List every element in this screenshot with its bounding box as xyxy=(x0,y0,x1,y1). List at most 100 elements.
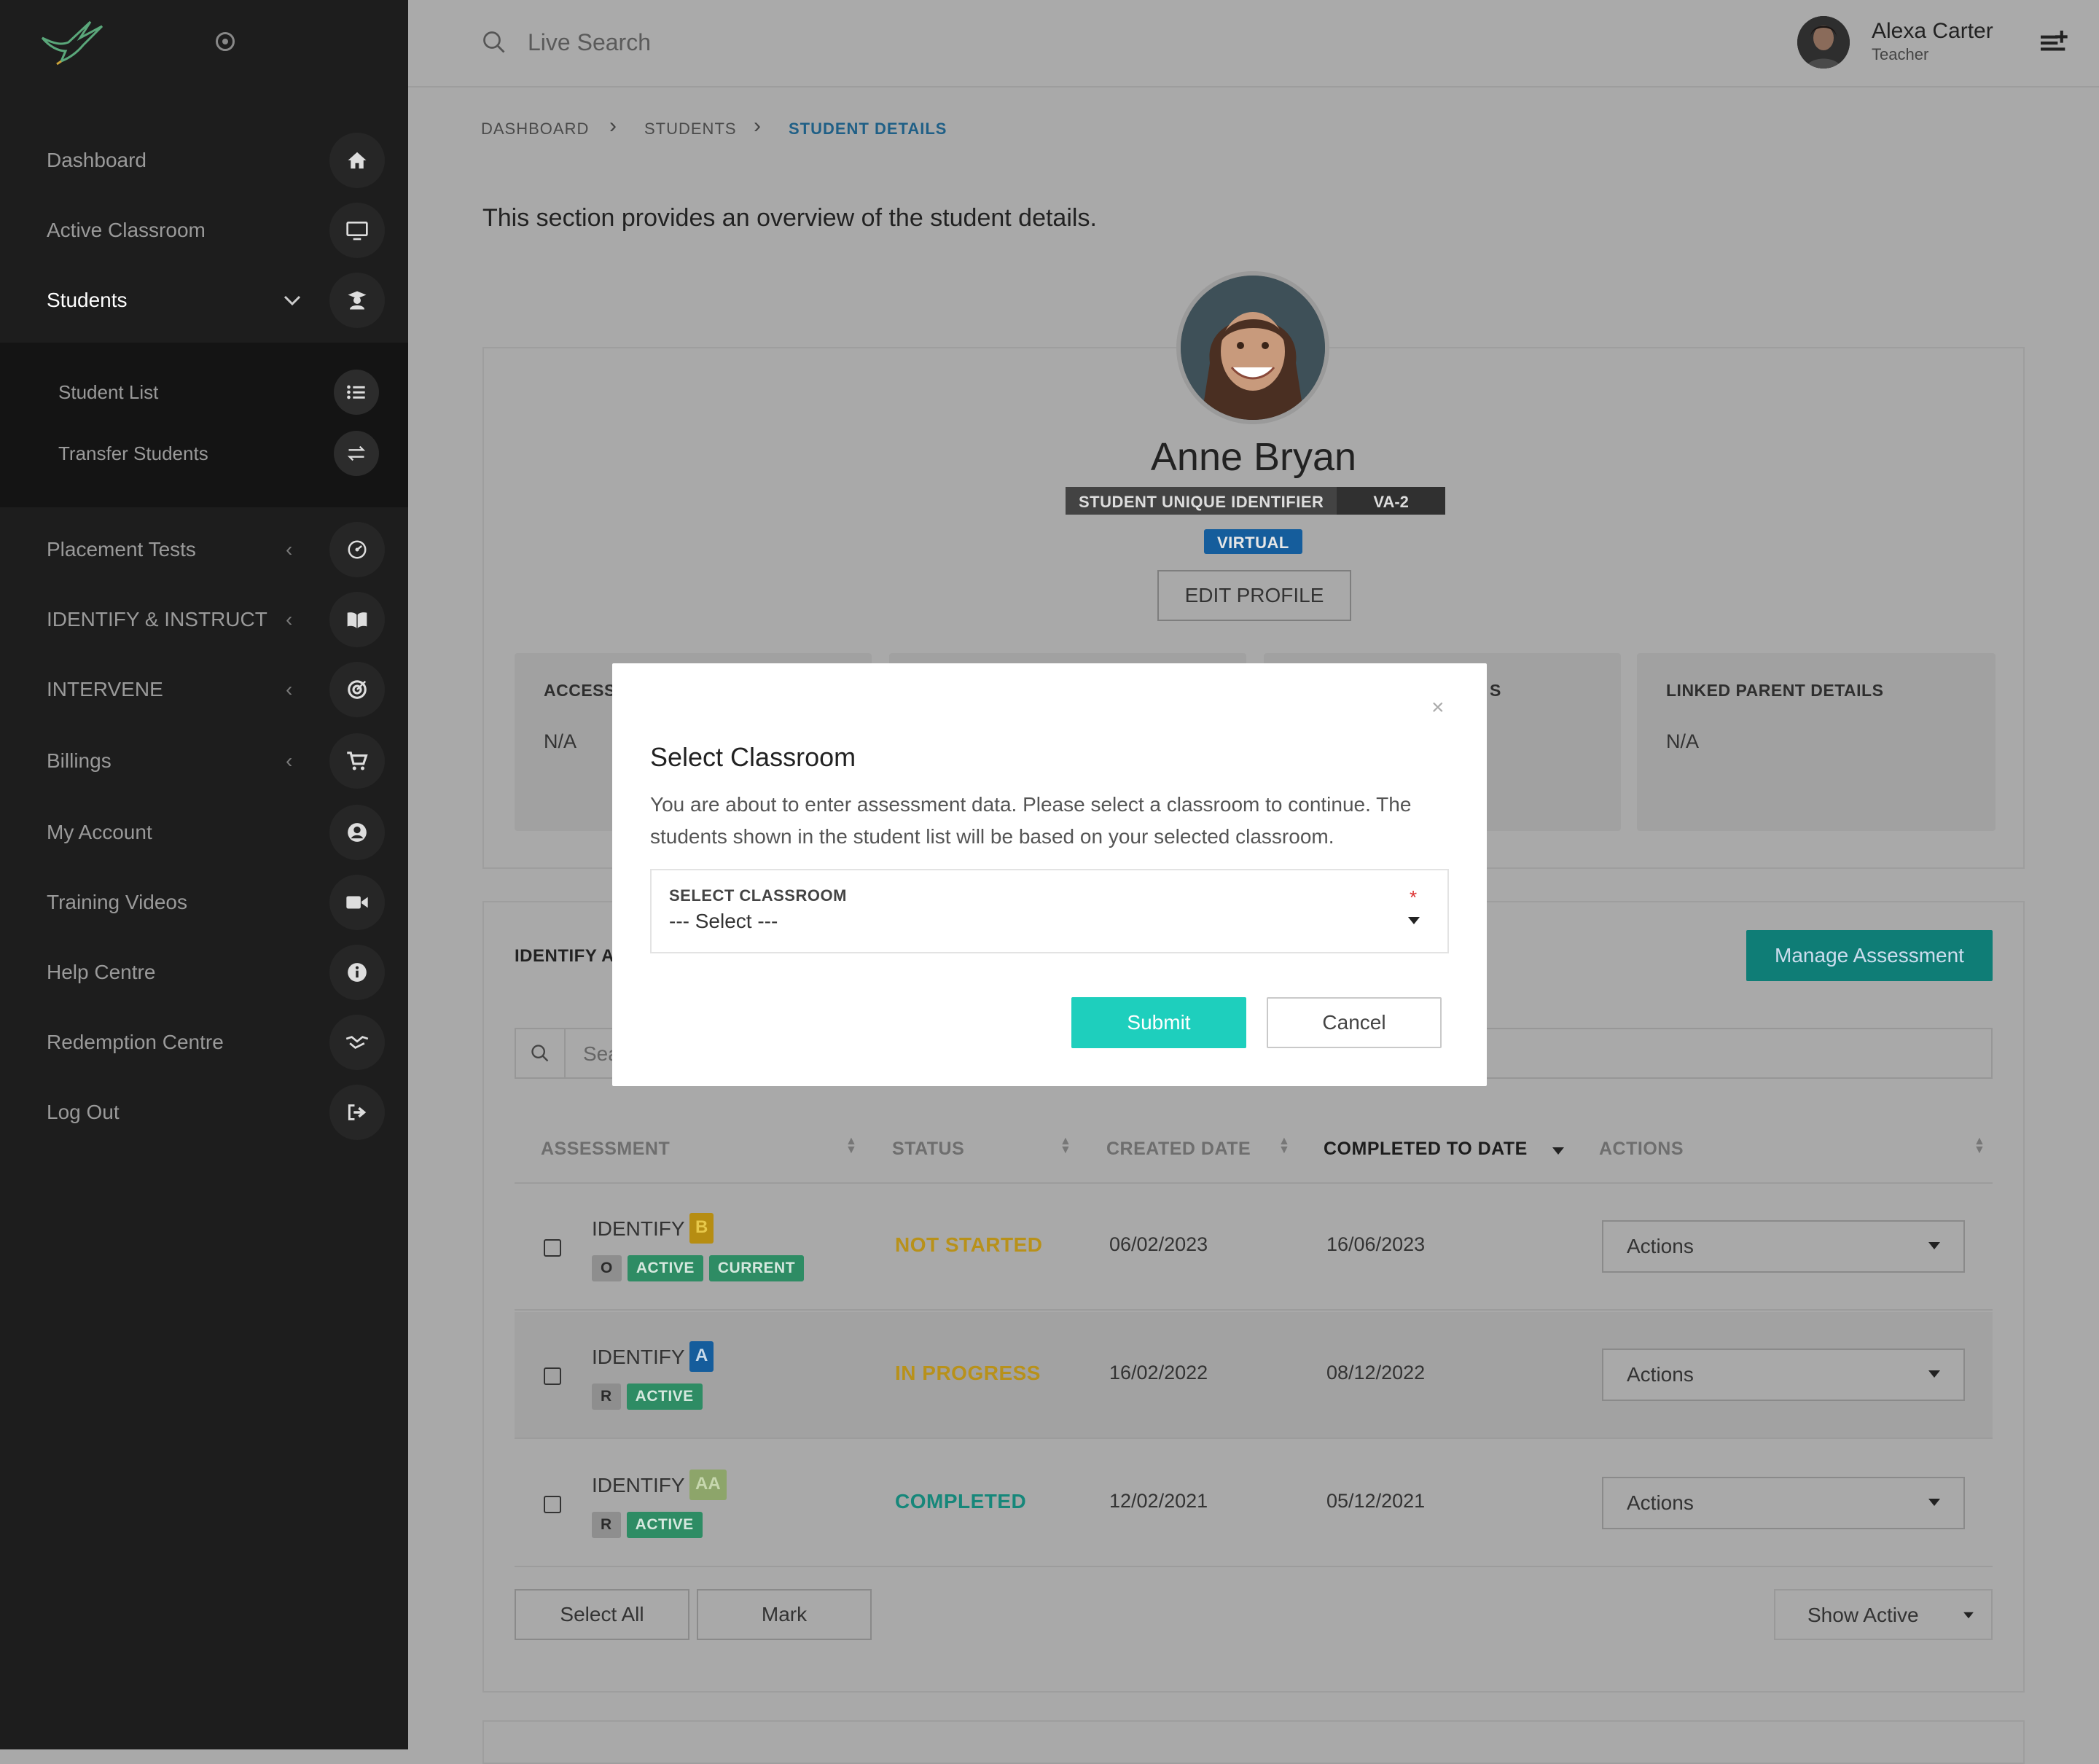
sidebar-item-intervene[interactable]: INTERVENE ‹ xyxy=(0,655,408,725)
sidebar-item-label: Billings xyxy=(47,749,112,772)
chevron-left-icon: ‹ xyxy=(286,749,293,772)
list-icon xyxy=(334,370,379,415)
live-search-input[interactable]: Live Search xyxy=(528,29,651,56)
show-active-label: Show Active xyxy=(1807,1604,1919,1626)
table-row: IDENTIFY A R ACTIVE IN PROGRESS 16/02/20… xyxy=(515,1312,1993,1439)
sidebar-item-label: Log Out xyxy=(47,1101,120,1123)
sidebar-item-dashboard[interactable]: Dashboard xyxy=(0,125,408,195)
sidebar-item-log-out[interactable]: Log Out xyxy=(0,1077,408,1147)
sort-icon[interactable]: ▲ ▼ xyxy=(845,1136,857,1156)
level-badge: B xyxy=(689,1213,714,1244)
sidebar-item-transfer-students[interactable]: Transfer Students xyxy=(0,423,408,484)
sidebar-item-student-list[interactable]: Student List xyxy=(0,362,408,423)
user-circle-icon xyxy=(329,805,385,860)
submit-button[interactable]: Submit xyxy=(1071,997,1246,1048)
sidebar-item-label: Training Videos xyxy=(47,891,188,913)
sidebar-item-billings[interactable]: Billings ‹ xyxy=(0,726,408,796)
edit-profile-button[interactable]: EDIT PROFILE xyxy=(1157,570,1351,621)
assessment-name[interactable]: IDENTIFY xyxy=(592,1217,685,1241)
sidebar-item-training-videos[interactable]: Training Videos xyxy=(0,867,408,937)
status-text: IN PROGRESS xyxy=(895,1362,1041,1384)
cancel-button[interactable]: Cancel xyxy=(1267,997,1442,1048)
row-checkbox[interactable] xyxy=(544,1367,561,1385)
video-icon xyxy=(329,875,385,930)
search-icon xyxy=(516,1029,566,1077)
sidebar-item-active-classroom[interactable]: Active Classroom xyxy=(0,195,408,265)
column-header-status[interactable]: STATUS xyxy=(892,1139,964,1160)
modal-description: You are about to enter assessment data. … xyxy=(650,793,1412,848)
sort-icon[interactable]: ▲ ▼ xyxy=(1974,1136,1985,1156)
completed-date: 05/12/2021 xyxy=(1326,1490,1426,1512)
sidebar-item-students[interactable]: Students xyxy=(0,265,408,335)
completed-date: 16/06/2023 xyxy=(1326,1233,1426,1255)
completed-date: 08/12/2022 xyxy=(1326,1362,1426,1384)
tag-badge: R xyxy=(592,1384,621,1410)
home-icon xyxy=(329,133,385,188)
chevron-left-icon: ‹ xyxy=(286,608,293,631)
actions-dropdown[interactable]: Actions xyxy=(1602,1349,1965,1401)
tag-badge: ACTIVE xyxy=(626,1384,703,1410)
row-checkbox[interactable] xyxy=(544,1496,561,1513)
actions-dropdown[interactable]: Actions xyxy=(1602,1220,1965,1273)
sidebar-item-identify-instruct[interactable]: IDENTIFY & INSTRUCT ‹ xyxy=(0,585,408,655)
sidebar-item-redemption-centre[interactable]: Redemption Centre xyxy=(0,1007,408,1077)
modal-title: Select Classroom xyxy=(650,742,856,772)
user-role: Teacher xyxy=(1872,45,1929,63)
status-text: COMPLETED xyxy=(895,1490,1027,1513)
breadcrumb-dashboard[interactable]: DASHBOARD xyxy=(481,120,589,138)
sidebar-item-placement-tests[interactable]: Placement Tests ‹ xyxy=(0,515,408,585)
created-date: 16/02/2022 xyxy=(1109,1362,1208,1384)
sidebar-item-help-centre[interactable]: Help Centre xyxy=(0,937,408,1007)
book-icon xyxy=(329,592,385,647)
actions-label: Actions xyxy=(1627,1235,1694,1257)
sidebar-item-label: Placement Tests xyxy=(47,538,196,561)
breadcrumb-students[interactable]: STUDENTS xyxy=(644,120,737,138)
column-header-actions: ACTIONS xyxy=(1599,1139,1684,1159)
column-header-completed-to-date[interactable]: COMPLETED TO DATE xyxy=(1324,1139,1528,1160)
select-classroom-modal: × Select Classroom You are about to ente… xyxy=(612,663,1487,1086)
sidebar-item-label: Dashboard xyxy=(47,149,146,171)
sidebar-item-label: Students xyxy=(47,289,128,311)
actions-label: Actions xyxy=(1627,1491,1694,1514)
row-tags: R ACTIVE xyxy=(592,1512,703,1538)
info-box-value: N/A xyxy=(1666,730,1700,752)
student-name: Anne Bryan xyxy=(1150,435,1357,479)
info-icon xyxy=(329,945,385,1000)
target-icon xyxy=(329,662,385,717)
sort-desc-icon[interactable] xyxy=(1551,1146,1566,1156)
pin-sidebar-icon[interactable] xyxy=(216,32,235,51)
classroom-select[interactable]: SELECT CLASSROOM * --- Select --- xyxy=(650,869,1449,953)
info-box-title: S xyxy=(1490,681,1501,700)
sidebar-item-my-account[interactable]: My Account xyxy=(0,797,408,867)
show-active-dropdown[interactable]: Show Active xyxy=(1774,1589,1993,1640)
info-box-title: ACCESS xyxy=(544,681,616,700)
assessment-name[interactable]: IDENTIFY xyxy=(592,1346,685,1369)
search-icon[interactable] xyxy=(481,29,507,55)
level-badge: A xyxy=(689,1341,714,1372)
sort-icon[interactable]: ▲ ▼ xyxy=(1060,1136,1071,1156)
user-avatar[interactable] xyxy=(1797,16,1850,69)
sort-icon[interactable]: ▲ ▼ xyxy=(1278,1136,1290,1156)
mark-button[interactable]: Mark xyxy=(697,1589,872,1640)
column-header-created-date[interactable]: CREATED DATE xyxy=(1106,1139,1251,1160)
row-checkbox[interactable] xyxy=(544,1239,561,1257)
sidebar-item-label: Help Centre xyxy=(47,961,156,983)
add-list-icon[interactable] xyxy=(2041,29,2070,54)
caret-down-icon[interactable] xyxy=(1407,916,1421,926)
assessment-name[interactable]: IDENTIFY xyxy=(592,1474,685,1497)
logout-icon xyxy=(329,1085,385,1140)
info-box-value: N/A xyxy=(544,730,577,752)
column-header-assessment[interactable]: ASSESSMENT xyxy=(541,1139,670,1160)
manage-assessment-button[interactable]: Manage Assessment xyxy=(1746,930,1993,981)
assessment-section-title: IDENTIFY A xyxy=(515,946,615,966)
row-tags: R ACTIVE xyxy=(592,1384,703,1410)
sidebar-item-label: INTERVENE xyxy=(47,678,163,700)
classroom-select-value[interactable]: --- Select --- xyxy=(669,910,778,933)
close-icon[interactable]: × xyxy=(1431,695,1445,720)
select-all-button[interactable]: Select All xyxy=(515,1589,689,1640)
actions-dropdown[interactable]: Actions xyxy=(1602,1477,1965,1529)
sidebar-item-label: My Account xyxy=(47,821,152,843)
table-row: IDENTIFY B O ACTIVE CURRENT NOT STARTED … xyxy=(515,1184,1993,1311)
student-icon xyxy=(329,273,385,328)
hummingbird-logo-icon[interactable] xyxy=(39,16,105,67)
